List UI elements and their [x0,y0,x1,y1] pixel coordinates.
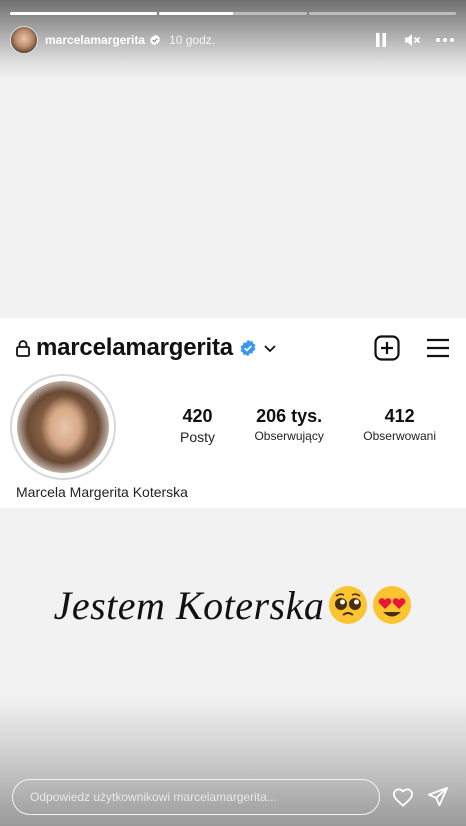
profile-avatar [10,374,116,480]
stat-following: 412 Obserwowani [363,406,436,443]
profile-full-name: Marcela Margerita Koterska [16,484,188,500]
stat-followers: 206 tys. Obserwujący [254,406,324,443]
chevron-down-icon[interactable] [263,341,277,355]
caption-text: Jestem Koterska [53,582,325,628]
profile-header: marcelamargerita [16,328,450,368]
pleading-face-icon [329,586,368,624]
heart-eyes-face-icon [373,586,412,624]
stat-posts: 420 Posty [180,406,216,445]
avatar[interactable] [10,26,38,54]
progress-segment [308,12,456,15]
menu-icon[interactable] [426,337,450,359]
lock-icon [16,340,30,357]
story-timestamp: 10 godz. [169,33,216,47]
progress-segment [159,12,307,15]
profile-username: marcelamargerita [36,334,233,361]
verified-icon [150,34,161,46]
story-username[interactable]: marcelamargerita [45,33,145,47]
pause-icon[interactable] [372,31,390,49]
verified-icon [240,339,256,357]
mute-icon[interactable] [404,31,422,49]
heart-icon[interactable] [392,787,414,807]
new-post-icon[interactable] [374,335,400,361]
progress-segment [10,12,158,15]
more-icon[interactable] [436,31,454,49]
profile-screenshot-card: marcelamargerita 420 Posty 206 tys. Obse… [0,318,466,508]
send-icon[interactable] [427,786,449,808]
story-progress [10,12,456,15]
story-caption: Jestem Koterska [0,580,466,630]
profile-stats: 420 Posty 206 tys. Obserwujący 412 Obser… [180,406,436,445]
reply-input[interactable]: Odpowiedz użytkownikowi marcelamargerita… [12,779,380,815]
story-header: marcelamargerita 10 godz. [10,24,454,56]
